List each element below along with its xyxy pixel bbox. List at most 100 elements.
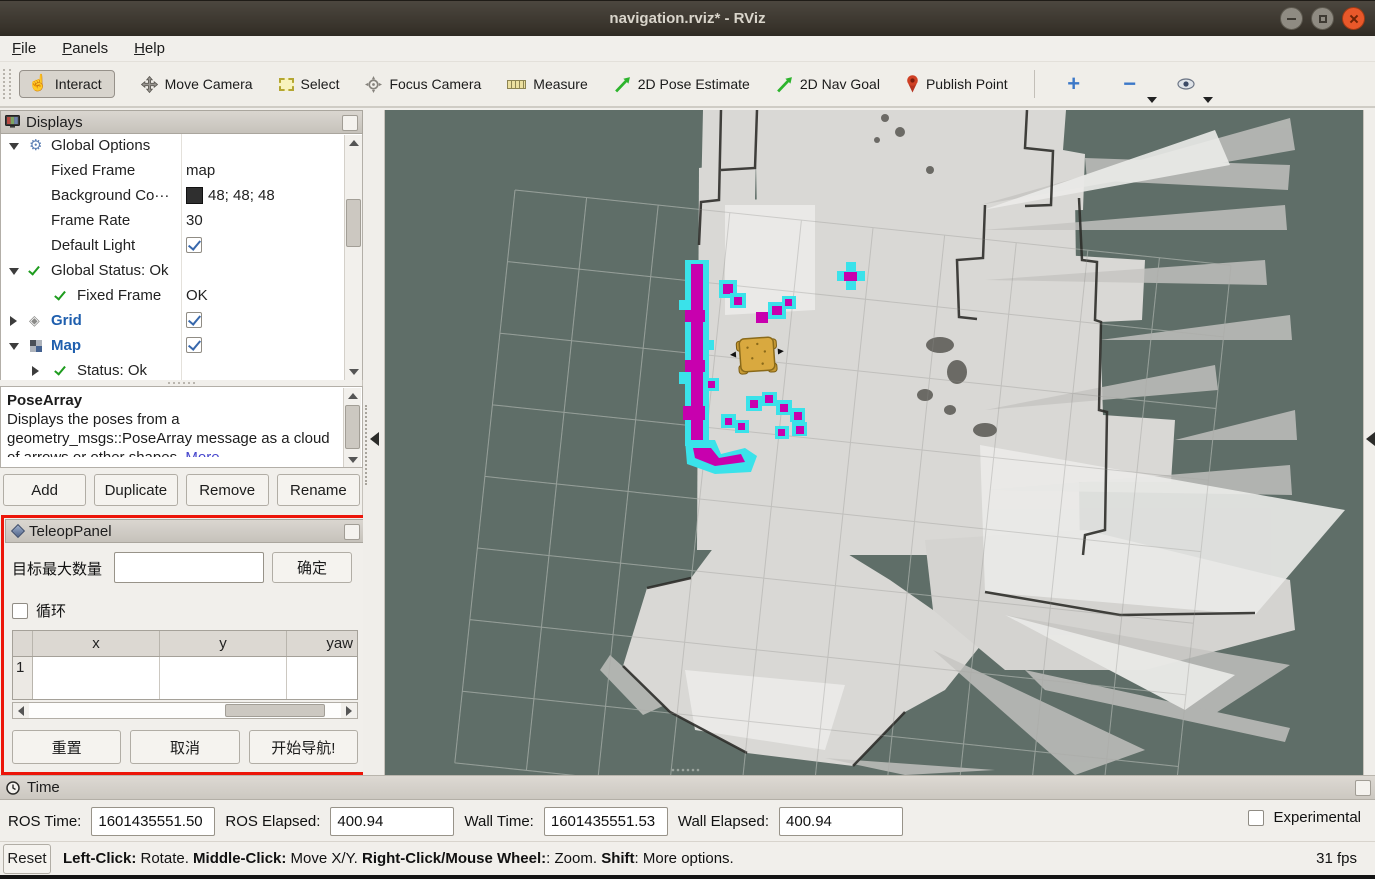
reset-button[interactable]: Reset [3,844,51,874]
collapse-right-icon[interactable] [1366,432,1375,446]
expander-icon[interactable] [32,366,39,376]
tree-row-frame-rate[interactable]: Frame Rate 30 [1,209,362,234]
row-header[interactable]: 1 [13,657,33,699]
experimental-row: Experimental [1248,809,1361,826]
tree-row-map-status[interactable]: Status: Ok [1,359,362,380]
confirm-button[interactable]: 确定 [272,552,352,583]
cell-x[interactable] [33,657,160,699]
frame-rate-value[interactable]: 30 [186,212,203,229]
tool-focus-camera[interactable]: Focus Camera [365,76,481,93]
zoom-in-button[interactable]: + [1057,69,1091,99]
teleop-panel-header: TeleopPanel [5,519,365,543]
render-viewport[interactable] [385,110,1363,775]
duplicate-button[interactable]: Duplicate [94,474,177,506]
scrollbar-thumb[interactable] [345,405,360,449]
splitter-grip[interactable] [365,405,367,485]
ros-elapsed-input[interactable] [330,807,454,836]
default-light-checkbox[interactable] [186,237,202,253]
view-visibility-button[interactable] [1169,69,1203,99]
description-line: Displays the poses from a [7,410,336,429]
toolbar: ☝ Interact Move Camera Select Focus Came… [0,62,1375,108]
tool-2d-nav-goal[interactable]: 2D Nav Goal [776,76,880,93]
goal-count-input[interactable] [114,552,264,583]
collapse-left-icon[interactable] [370,432,379,446]
tool-measure[interactable]: Measure [507,76,587,92]
scroll-up-button[interactable] [344,388,361,404]
table-hscrollbar[interactable] [12,702,358,719]
maximize-button[interactable] [1311,7,1334,30]
fixed-frame-value[interactable]: map [186,162,215,179]
tool-interact[interactable]: ☝ Interact [19,70,115,98]
tree-row-fixed-frame-status[interactable]: Fixed Frame OK [1,284,362,309]
tree-row-fixed-frame[interactable]: Fixed Frame map [1,159,362,184]
tree-row-background-color[interactable]: Background Co··· 48; 48; 48 [1,184,362,209]
gear-icon: ⚙ [29,136,42,154]
tool-move-camera[interactable]: Move Camera [141,76,253,93]
column-header-y[interactable]: y [160,631,287,656]
tool-2d-pose-estimate[interactable]: 2D Pose Estimate [614,76,750,93]
zoom-out-button[interactable]: − [1113,69,1147,99]
cell-yaw[interactable] [287,657,357,699]
rename-button[interactable]: Rename [277,474,360,506]
tool-publish-point[interactable]: Publish Point [906,75,1008,93]
map-enabled-checkbox[interactable] [186,337,202,353]
description-line: geometry_msgs::PoseArray message as a cl… [7,429,336,448]
scroll-up-button[interactable] [345,135,362,151]
move-icon [141,76,158,93]
expander-icon[interactable] [9,268,19,275]
loop-checkbox[interactable] [12,603,28,619]
dock-splitter-left[interactable] [363,110,385,775]
start-navigation-button[interactable]: 开始导航! [249,730,358,764]
displays-hide-button[interactable] [342,115,358,131]
scroll-left-button[interactable] [13,703,29,718]
experimental-checkbox[interactable] [1248,810,1264,826]
scrollbar-thumb[interactable] [225,704,325,717]
minimize-button[interactable] [1280,7,1303,30]
grid-enabled-checkbox[interactable] [186,312,202,328]
reset-nav-button[interactable]: 重置 [12,730,121,764]
expander-icon[interactable] [9,343,19,350]
loop-row: 循环 [12,600,66,621]
expander-icon[interactable] [10,316,17,326]
teleop-hide-button[interactable] [344,524,360,540]
menu-help[interactable]: Help [134,40,165,57]
chevron-down-icon[interactable] [1203,97,1213,103]
red-pin-icon [906,75,919,93]
scroll-down-button[interactable] [345,364,362,380]
close-icon [1349,14,1359,24]
expander-icon[interactable] [9,143,19,150]
scroll-right-button[interactable] [341,703,357,718]
cell-y[interactable] [160,657,287,699]
time-panel-title: Time [27,779,60,796]
tree-row-map[interactable]: Map [1,334,362,359]
column-header-x[interactable]: x [33,631,160,656]
toolbar-grip[interactable] [3,69,11,99]
description-scrollbar[interactable] [343,388,361,468]
dock-splitter-right[interactable] [1363,110,1375,775]
color-swatch [186,187,203,204]
scroll-down-button[interactable] [344,452,361,468]
menu-panels[interactable]: Panels [62,40,108,57]
ros-time-input[interactable] [91,807,215,836]
add-button[interactable]: Add [3,474,86,506]
close-button[interactable] [1342,7,1365,30]
displays-scrollbar[interactable] [344,135,362,380]
tree-row-global-status[interactable]: Global Status: Ok [1,259,362,284]
teleop-panel: TeleopPanel 目标最大数量 确定 循环 x y [1,515,369,775]
tool-select[interactable]: Select [279,76,340,92]
chevron-down-icon[interactable] [1147,97,1157,103]
wall-time-input[interactable] [544,807,668,836]
tree-row-global-options[interactable]: ⚙ Global Options [1,134,362,159]
scrollbar-thumb[interactable] [346,199,361,247]
tree-row-grid[interactable]: ◈ Grid [1,309,362,334]
cancel-button[interactable]: 取消 [130,730,239,764]
tree-row-default-light[interactable]: Default Light [1,234,362,259]
description-title: PoseArray [7,391,336,410]
wall-elapsed-input[interactable] [779,807,903,836]
time-hide-button[interactable] [1355,780,1371,796]
more-link[interactable]: More [185,449,219,457]
remove-button[interactable]: Remove [186,474,269,506]
clock-icon [6,781,20,795]
menu-file[interactable]: File [12,40,36,57]
column-header-yaw[interactable]: yaw [287,631,357,656]
